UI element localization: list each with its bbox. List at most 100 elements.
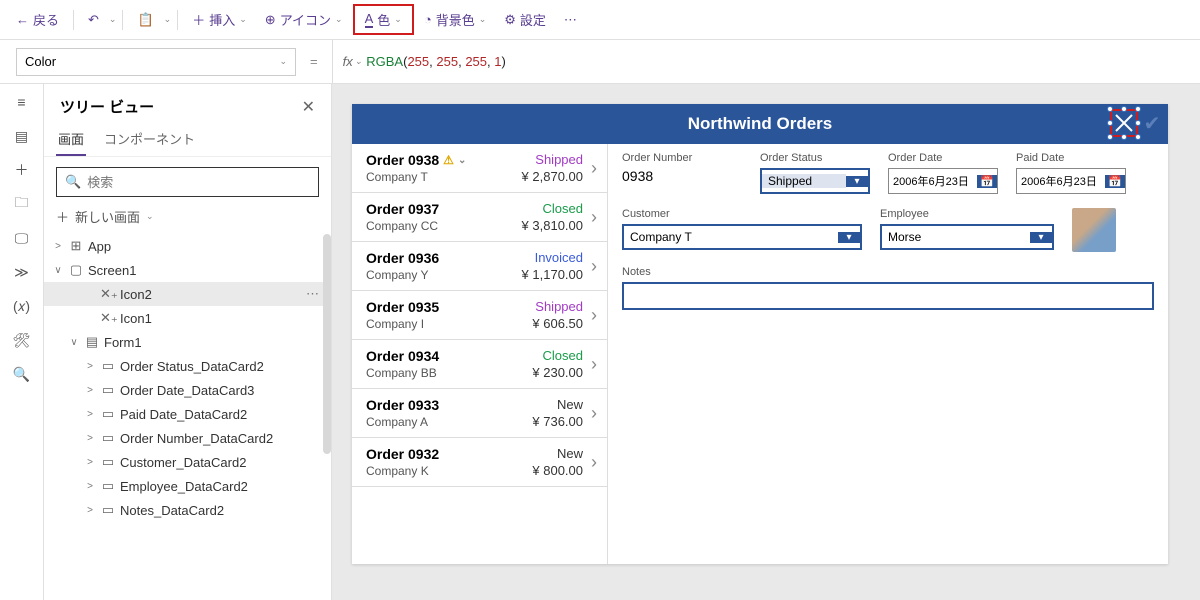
insert-button[interactable]: ＋ 挿入 ⌄ (184, 6, 255, 33)
order-item[interactable]: Order 0933Company ANew¥ 736.00› (352, 389, 607, 438)
color-button-highlighted: A 色 ⌄ (353, 4, 414, 35)
tree-body: >⊞App∨▢Screen1✕₊Icon2⋯✕₊Icon1∨▤Form1>▭Or… (44, 234, 331, 600)
rail-media-icon[interactable]: 🖵 (12, 228, 32, 248)
order-item[interactable]: Order 0936Company YInvoiced¥ 1,170.00› (352, 242, 607, 291)
separator (177, 10, 178, 30)
calendar-icon: 📅 (1105, 175, 1125, 188)
tree-item[interactable]: ✕₊Icon1 (44, 306, 325, 330)
employee-avatar (1072, 208, 1116, 252)
rail-flows-icon[interactable]: ≫ (12, 262, 32, 282)
settings-button[interactable]: ⚙ 設定 (496, 6, 554, 33)
search-input[interactable] (87, 175, 310, 190)
close-icon[interactable]: ✕ (302, 97, 315, 117)
notes-input[interactable] (622, 282, 1154, 310)
canvas-wrapper: Northwind Orders ✔ Order 0938 ⚠ ⌄Company… (332, 84, 1200, 600)
tree-item[interactable]: ✕₊Icon2⋯ (44, 282, 325, 306)
back-label: 戻る (33, 10, 59, 29)
gear-icon: ⚙ (504, 12, 516, 28)
tab-components[interactable]: コンポーネント (102, 123, 197, 156)
rail-add-icon[interactable]: ＋ (12, 160, 32, 180)
formula-bar: Color ⌄ = fx⌄ RGBA(255, 255, 255, 1) (0, 40, 1200, 84)
order-item[interactable]: Order 0938 ⚠ ⌄Company TShipped¥ 2,870.00… (352, 144, 607, 193)
tree-search[interactable]: 🔍 (56, 167, 319, 197)
back-button[interactable]: ← 戻る (8, 6, 67, 33)
employee-label: Employee (880, 208, 1054, 220)
color-button[interactable]: A 色 ⌄ (359, 8, 408, 31)
order-date-input[interactable]: 2006年6月23日📅 (888, 168, 998, 194)
order-form: Order Number 0938 Order Status Shipped▾ … (608, 144, 1168, 564)
chevron-down-icon: ▾ (1030, 232, 1052, 243)
customer-select[interactable]: Company T▾ (622, 224, 862, 250)
formula-input[interactable]: RGBA(255, 255, 255, 1) (366, 54, 506, 70)
rail-search-icon[interactable]: 🔍 (12, 364, 32, 384)
icon-label: アイコン (280, 10, 331, 29)
new-screen-button[interactable]: ＋ 新しい画面 ⌄ (44, 203, 331, 234)
cancel-icon-selected[interactable] (1110, 109, 1138, 137)
chevron-down-icon[interactable]: ⌄ (109, 14, 117, 25)
overflow-button[interactable]: ⋯ (556, 8, 585, 32)
paid-date-input[interactable]: 2006年6月23日📅 (1016, 168, 1126, 194)
tree-item[interactable]: ∨▤Form1 (44, 330, 325, 354)
property-name: Color (25, 54, 56, 69)
new-screen-label: 新しい画面 (75, 207, 140, 226)
chevron-down-icon: ▾ (846, 176, 868, 187)
bgcolor-button[interactable]: ◔ 背景色 ⌄ (416, 6, 494, 33)
order-date-label: Order Date (888, 152, 998, 164)
employee-select[interactable]: Morse▾ (880, 224, 1054, 250)
notes-label: Notes (622, 266, 1154, 278)
order-status-select[interactable]: Shipped▾ (760, 168, 870, 194)
fx-icon[interactable]: fx⌄ (343, 54, 363, 69)
tree-item[interactable]: ∨▢Screen1 (44, 258, 325, 282)
tree-item[interactable]: >▭Order Date_DataCard3 (44, 378, 325, 402)
separator (122, 10, 123, 30)
rail-variables-icon[interactable]: (𝑥) (12, 296, 32, 316)
order-number-label: Order Number (622, 152, 742, 164)
chevron-down-icon: ⌄ (279, 56, 287, 67)
order-gallery[interactable]: Order 0938 ⚠ ⌄Company TShipped¥ 2,870.00… (352, 144, 608, 564)
order-status-label: Order Status (760, 152, 870, 164)
app-header: Northwind Orders ✔ (352, 104, 1168, 144)
search-icon: 🔍 (65, 174, 81, 190)
order-item[interactable]: Order 0932Company KNew¥ 800.00› (352, 438, 607, 487)
chevron-down-icon[interactable]: ⌄ (164, 14, 172, 25)
app-canvas: Northwind Orders ✔ Order 0938 ⚠ ⌄Company… (352, 104, 1168, 564)
tree-item[interactable]: >▭Paid Date_DataCard2 (44, 402, 325, 426)
rail-layers-icon[interactable]: ▤ (12, 126, 32, 146)
text-color-icon: A (365, 11, 374, 28)
formula-fn: RGBA (366, 54, 403, 69)
paste-button[interactable]: 📋 (129, 8, 161, 32)
settings-label: 設定 (520, 10, 546, 29)
tree-item[interactable]: >▭Order Number_DataCard2 (44, 426, 325, 450)
order-item[interactable]: Order 0935Company IShipped¥ 606.50› (352, 291, 607, 340)
app-title: Northwind Orders (688, 114, 833, 134)
paid-date-label: Paid Date (1016, 152, 1126, 164)
rail-data-icon[interactable]: 🗀 (12, 194, 32, 214)
color-label: 色 (377, 10, 390, 29)
main-area: ≡ ▤ ＋ 🗀 🖵 ≫ (𝑥) 🛠 🔍 ツリー ビュー ✕ 画面 コンポーネント… (0, 84, 1200, 600)
property-selector[interactable]: Color ⌄ (16, 48, 296, 76)
tree-item[interactable]: >▭Customer_DataCard2 (44, 450, 325, 474)
separator (73, 10, 74, 30)
icon-button[interactable]: ⊕ アイコン ⌄ (257, 6, 351, 33)
fill-icon: ◔ (424, 12, 432, 27)
chevron-down-icon: ▾ (838, 232, 860, 243)
insert-label: 挿入 (209, 10, 235, 29)
submit-icon[interactable]: ✔ (1138, 109, 1166, 137)
order-item[interactable]: Order 0937Company CCClosed¥ 3,810.00› (352, 193, 607, 242)
fx-container: fx⌄ RGBA(255, 255, 255, 1) (332, 40, 506, 83)
tree-view-panel: ツリー ビュー ✕ 画面 コンポーネント 🔍 ＋ 新しい画面 ⌄ >⊞App∨▢… (44, 84, 332, 600)
rail-hamburger-icon[interactable]: ≡ (12, 92, 32, 112)
order-item[interactable]: Order 0934Company BBClosed¥ 230.00› (352, 340, 607, 389)
equals-sign: = (304, 54, 324, 69)
left-rail: ≡ ▤ ＋ 🗀 🖵 ≫ (𝑥) 🛠 🔍 (0, 84, 44, 600)
tree-item[interactable]: >▭Order Status_DataCard2 (44, 354, 325, 378)
tree-item[interactable]: >▭Employee_DataCard2 (44, 474, 325, 498)
customer-label: Customer (622, 208, 862, 220)
tree-item[interactable]: >▭Notes_DataCard2 (44, 498, 325, 522)
tab-screens[interactable]: 画面 (56, 123, 86, 156)
undo-button[interactable]: ↶ (80, 8, 107, 32)
tree-item[interactable]: >⊞App (44, 234, 325, 258)
rail-tools-icon[interactable]: 🛠 (12, 330, 32, 350)
command-bar: ← 戻る ↶ ⌄ 📋 ⌄ ＋ 挿入 ⌄ ⊕ アイコン ⌄ A 色 ⌄ ◔ 背景色… (0, 0, 1200, 40)
scrollbar[interactable] (323, 234, 331, 454)
